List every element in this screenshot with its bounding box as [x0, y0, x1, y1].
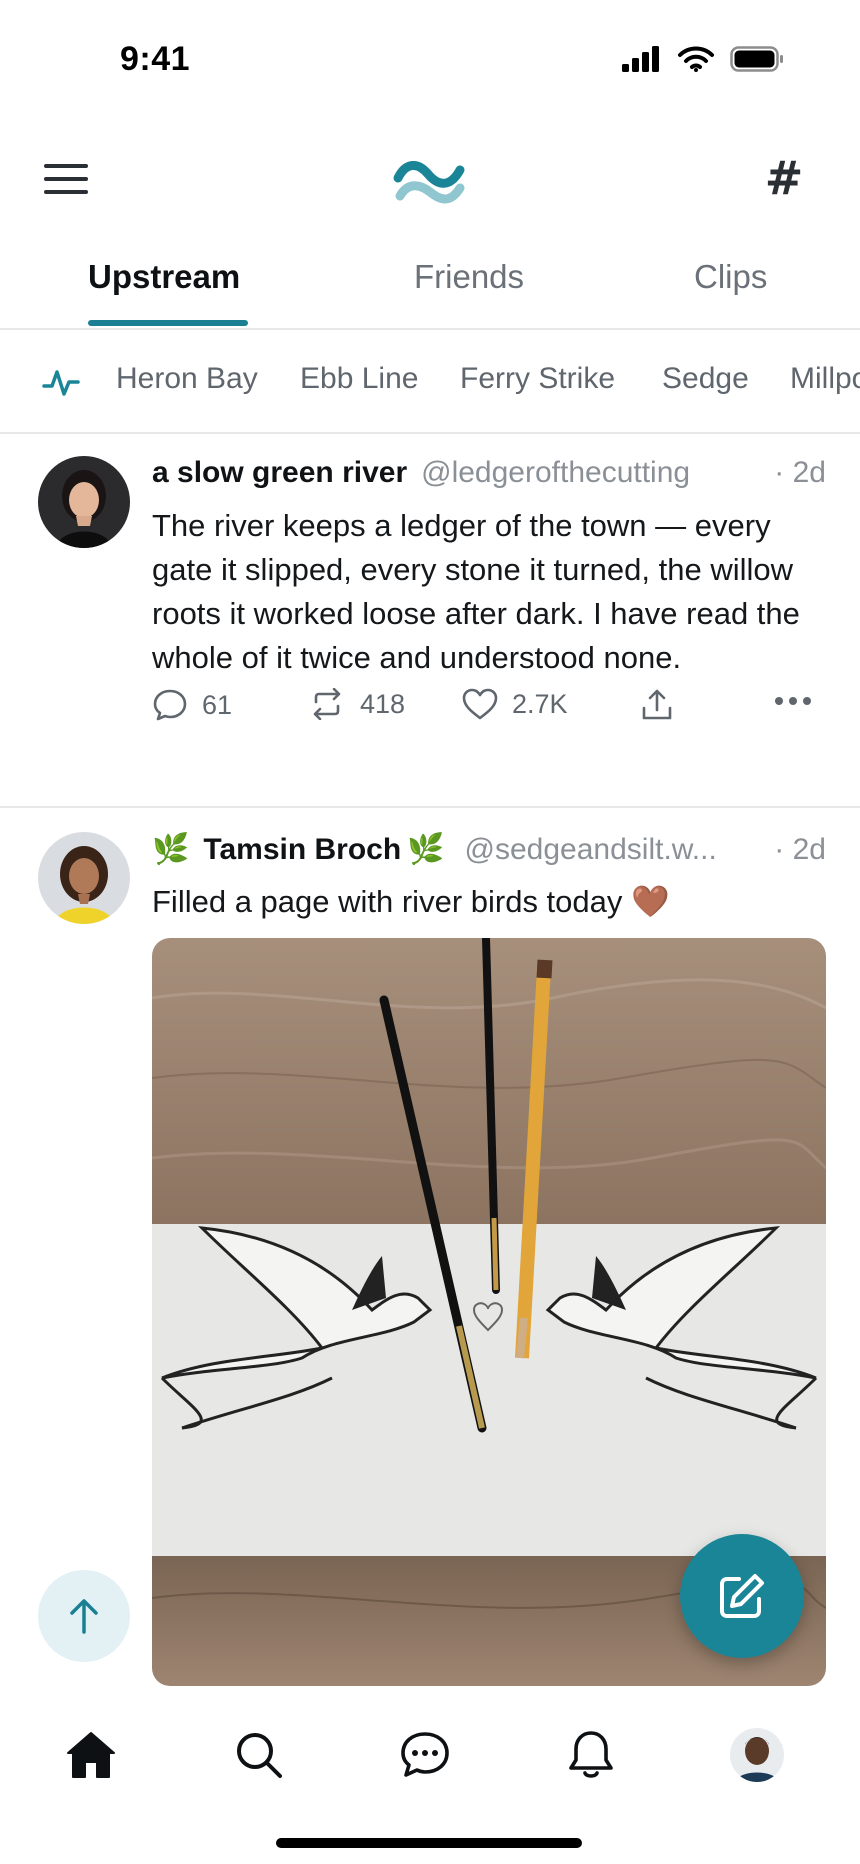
- display-name[interactable]: Tamsin Broch: [203, 833, 401, 867]
- scroll-to-top-button[interactable]: [38, 1570, 130, 1662]
- wave-logo-icon[interactable]: [390, 148, 470, 218]
- post-header: 🌿 Tamsin Broch 🌿 @sedgeandsilt.w... · 2d: [152, 832, 826, 876]
- post-text: The river keeps a ledger of the town — e…: [152, 508, 800, 675]
- app-header: #: [0, 130, 860, 230]
- tab-clips[interactable]: Clips: [694, 258, 767, 296]
- post-header: a slow green river @ledgerofthecutting ·…: [152, 456, 826, 500]
- status-icons: [622, 46, 784, 72]
- feed-item-ferry-strike[interactable]: Ferry Strike: [460, 362, 615, 396]
- feed-item-millpond[interactable]: Millpond: [790, 362, 860, 396]
- bell-icon: [569, 1731, 613, 1778]
- more-icon: [775, 697, 811, 705]
- signal-icon: [622, 46, 659, 72]
- like-button[interactable]: 2.7K: [462, 688, 568, 720]
- bottom-nav: [0, 1700, 860, 1864]
- timestamp: · 2d: [774, 456, 826, 489]
- more-options-button[interactable]: [774, 696, 812, 706]
- tab-upstream[interactable]: Upstream: [88, 258, 240, 296]
- reply-icon: [153, 689, 187, 721]
- post-divider: [0, 806, 860, 808]
- repost-count: 418: [360, 688, 406, 719]
- search-icon: [237, 1733, 282, 1778]
- menu-button[interactable]: [38, 154, 94, 204]
- display-name[interactable]: a slow green river: [152, 456, 407, 490]
- nav-chat[interactable]: [390, 1720, 460, 1790]
- feed-item-ebb-line[interactable]: Ebb Line: [300, 362, 418, 396]
- status-time: 9:41: [120, 40, 191, 78]
- repost-icon: [313, 688, 341, 720]
- share-button[interactable]: [640, 688, 674, 722]
- heart-icon: [462, 688, 498, 720]
- wifi-icon: [678, 46, 714, 72]
- hashtag-icon[interactable]: #: [756, 150, 812, 206]
- handle[interactable]: @sedgeandsilt.w...: [465, 833, 717, 867]
- name-prefix-emoji: 🌿: [152, 833, 190, 866]
- feed-item-heron-bay[interactable]: Heron Bay: [116, 362, 258, 396]
- reply-count: 61: [202, 689, 233, 720]
- chat-icon: [401, 1732, 449, 1777]
- post-body: a slow green river @ledgerofthecutting ·…: [152, 456, 826, 742]
- home-icon: [67, 1732, 115, 1778]
- status-bar: 9:41: [0, 0, 860, 120]
- avatar[interactable]: [38, 832, 130, 924]
- compose-button[interactable]: [680, 1534, 804, 1658]
- home-indicator: [276, 1838, 582, 1848]
- feeds-strip: Heron Bay Ebb Line Ferry Strike Sedge Mi…: [0, 332, 860, 434]
- tab-friends[interactable]: Friends: [414, 258, 524, 296]
- activity-pulse-icon[interactable]: [42, 366, 80, 400]
- handle[interactable]: @ledgerofthecutting: [421, 456, 690, 490]
- nav-home[interactable]: [56, 1720, 126, 1790]
- active-tab-indicator: [88, 320, 248, 326]
- post-body: 🌿 Tamsin Broch 🌿 @sedgeandsilt.w... · 2d…: [152, 832, 826, 924]
- battery-icon: [730, 46, 783, 72]
- like-count: 2.7K: [512, 688, 568, 719]
- menu-icon: [44, 164, 88, 194]
- arrow-up-icon: [70, 1599, 98, 1634]
- repost-button[interactable]: 418: [308, 688, 405, 720]
- share-icon: [642, 689, 672, 720]
- avatar[interactable]: [38, 456, 130, 548]
- post-text: Filled a page with river birds today 🤎: [152, 884, 670, 919]
- profile-avatar: [730, 1728, 784, 1782]
- reply-button[interactable]: 61: [152, 688, 232, 722]
- feed-tabs: Upstream Friends Clips: [0, 240, 860, 330]
- post-actions: 61 418 2.7K: [152, 688, 826, 742]
- name-suffix-emoji: 🌿: [407, 833, 445, 866]
- timestamp: · 2d: [774, 833, 826, 866]
- compose-icon: [720, 1574, 764, 1618]
- nav-profile[interactable]: [722, 1720, 792, 1790]
- nav-search[interactable]: [224, 1720, 294, 1790]
- feed-item-sedge[interactable]: Sedge: [662, 362, 749, 396]
- nav-notifications[interactable]: [556, 1720, 626, 1790]
